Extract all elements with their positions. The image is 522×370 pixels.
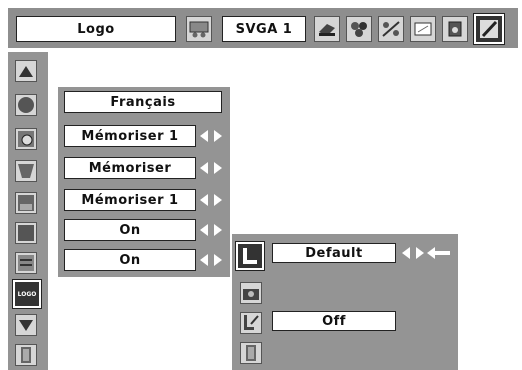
logo-pin-icon[interactable] [240,312,262,334]
menu-title: Logo [16,16,176,42]
logo-icon[interactable]: LOGO [12,279,42,309]
resolution-display: SVGA 1 [222,16,306,42]
logo-capture-icon[interactable] [240,282,262,304]
door-icon[interactable] [15,344,37,366]
left-right-arrows-icon[interactable] [198,193,224,207]
setting-row-1-value[interactable]: Mémoriser 1 [64,125,196,147]
color-circles-icon[interactable] [346,16,372,42]
sphere-icon[interactable] [15,94,37,116]
sound-icon[interactable] [442,16,468,42]
triangle-down-icon[interactable] [15,314,37,336]
image-adjust-icon[interactable] [378,16,404,42]
pc-adjust-icon[interactable] [314,16,340,42]
logo-select-icon[interactable] [235,241,265,271]
menu-icon[interactable] [15,252,37,274]
keystone-icon[interactable] [15,160,37,182]
left-right-arrows-icon[interactable] [198,129,224,143]
screen-icon[interactable] [410,16,436,42]
logo-pin-value[interactable]: Off [272,311,396,331]
setting-icon[interactable] [473,13,505,45]
setting-row-5-value[interactable]: On [64,249,196,271]
exit-door-icon[interactable] [240,342,262,364]
logo-select-value[interactable]: Default [272,243,396,263]
left-right-arrows-icon[interactable] [198,253,224,267]
setting-row-2-value[interactable]: Mémoriser [64,157,196,179]
language-value[interactable]: Français [64,91,222,113]
left-right-arrows-icon[interactable] [400,246,426,260]
left-right-arrows-icon[interactable] [198,223,224,237]
input-icon[interactable] [186,16,212,42]
back-arrow-icon[interactable] [426,245,452,261]
logo-icon-text: LOGO [17,290,37,298]
setting-row-3-value[interactable]: Mémoriser 1 [64,189,196,211]
triangle-up-icon[interactable] [15,60,37,82]
setting-row-4-value[interactable]: On [64,219,196,241]
left-right-arrows-icon[interactable] [198,161,224,175]
screen-icon[interactable] [15,222,37,244]
image-icon[interactable] [15,192,37,214]
zoom-icon[interactable] [15,128,37,150]
